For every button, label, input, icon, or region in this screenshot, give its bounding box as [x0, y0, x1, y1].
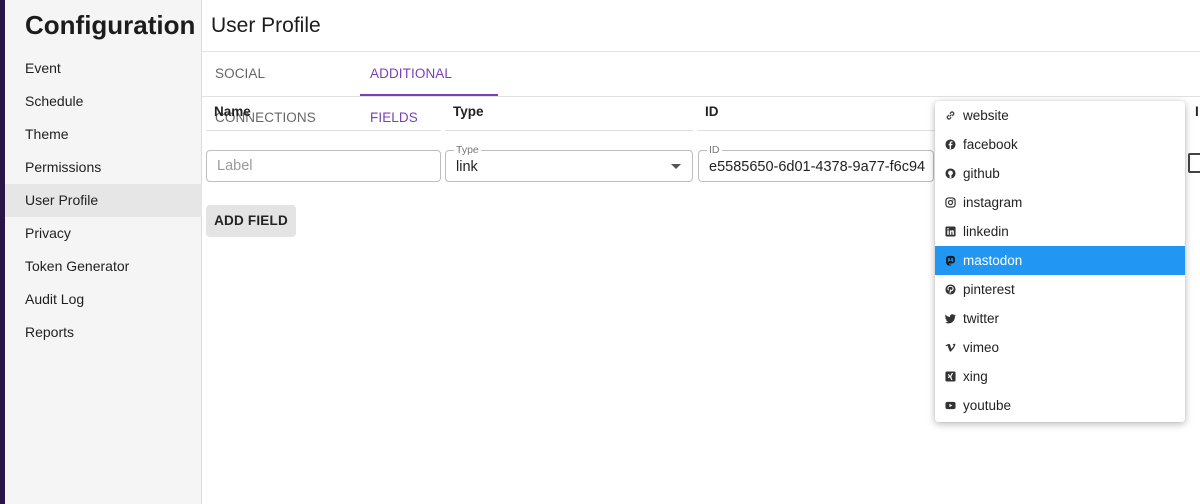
option-label: pinterest [963, 282, 1015, 297]
column-header-type: Type [453, 104, 484, 119]
id-field-value[interactable]: e5585650-6d01-4378-9a77-f6c94 [709, 159, 925, 175]
type-select[interactable]: Type link [445, 144, 693, 182]
option-label: instagram [963, 195, 1023, 210]
option-facebook[interactable]: facebook [935, 130, 1185, 159]
option-linkedin[interactable]: linkedin [935, 217, 1185, 246]
page-title: User Profile [211, 14, 321, 37]
sidebar-item-audit-log[interactable]: Audit Log [5, 283, 202, 316]
option-label: twitter [963, 311, 1000, 326]
sidebar-item-theme[interactable]: Theme [5, 118, 202, 151]
sidebar-item-schedule[interactable]: Schedule [5, 85, 202, 118]
option-label: github [963, 166, 1000, 181]
sidebar-item-reports[interactable]: Reports [5, 316, 202, 349]
header-divider-name [206, 130, 441, 131]
tabs-divider [202, 96, 1200, 97]
option-label: xing [963, 369, 988, 384]
xing-icon [945, 371, 956, 382]
option-label: mastodon [963, 253, 1023, 268]
option-mastodon[interactable]: mastodon [935, 246, 1185, 275]
sidebar-nav: Event Schedule Theme Permissions User Pr… [5, 52, 202, 349]
column-header-id: ID [705, 104, 719, 119]
option-instagram[interactable]: instagram [935, 188, 1185, 217]
option-github[interactable]: github [935, 159, 1185, 188]
sidebar-item-token-generator[interactable]: Token Generator [5, 250, 202, 283]
github-icon [945, 168, 956, 179]
row-checkbox[interactable] [1188, 153, 1200, 173]
twitter-icon [945, 314, 956, 324]
option-xing[interactable]: xing [935, 362, 1185, 391]
option-label: vimeo [963, 340, 1000, 355]
sidebar-item-event[interactable]: Event [5, 52, 202, 85]
sidebar-item-privacy[interactable]: Privacy [5, 217, 202, 250]
header-divider-id [697, 130, 935, 131]
option-label: facebook [963, 137, 1018, 152]
tab-social-connections[interactable]: SOCIAL CONNECTIONS [204, 52, 327, 125]
facebook-icon [945, 139, 956, 150]
column-header-partial: I [1195, 104, 1199, 119]
linkedin-icon [945, 226, 956, 237]
pinterest-icon [945, 284, 956, 295]
instagram-icon [945, 197, 956, 208]
option-pinterest[interactable]: pinterest [935, 275, 1185, 304]
option-label: website [963, 108, 1009, 123]
tab-additional-fields[interactable]: ADDITIONAL FIELDS [359, 52, 463, 125]
option-label: linkedin [963, 224, 1009, 239]
type-dropdown-menu: website facebook github instagram linked… [935, 101, 1185, 422]
type-select-value: link [456, 159, 478, 175]
id-field[interactable]: ID e5585650-6d01-4378-9a77-f6c94 [698, 144, 934, 182]
option-label: youtube [963, 398, 1012, 413]
add-field-button[interactable]: ADD FIELD [206, 205, 296, 237]
sidebar-item-user-profile[interactable]: User Profile [5, 184, 202, 217]
sidebar: Configuration Event Schedule Theme Permi… [5, 0, 202, 504]
label-field[interactable] [206, 150, 441, 182]
link-icon [946, 111, 955, 120]
option-vimeo[interactable]: vimeo [935, 333, 1185, 362]
type-select-legend: Type [454, 144, 481, 156]
caret-down-icon[interactable] [671, 164, 681, 169]
youtube-icon [945, 401, 956, 410]
option-youtube[interactable]: youtube [935, 391, 1185, 420]
option-twitter[interactable]: twitter [935, 304, 1185, 333]
vimeo-icon [945, 343, 956, 352]
option-website[interactable]: website [935, 101, 1185, 130]
header-divider-type [445, 130, 693, 131]
sidebar-title: Configuration [25, 10, 196, 40]
sidebar-item-permissions[interactable]: Permissions [5, 151, 202, 184]
header-divider [202, 51, 1200, 52]
column-header-name: Name [214, 104, 251, 119]
mastodon-icon [946, 255, 955, 266]
label-input[interactable] [207, 151, 440, 181]
